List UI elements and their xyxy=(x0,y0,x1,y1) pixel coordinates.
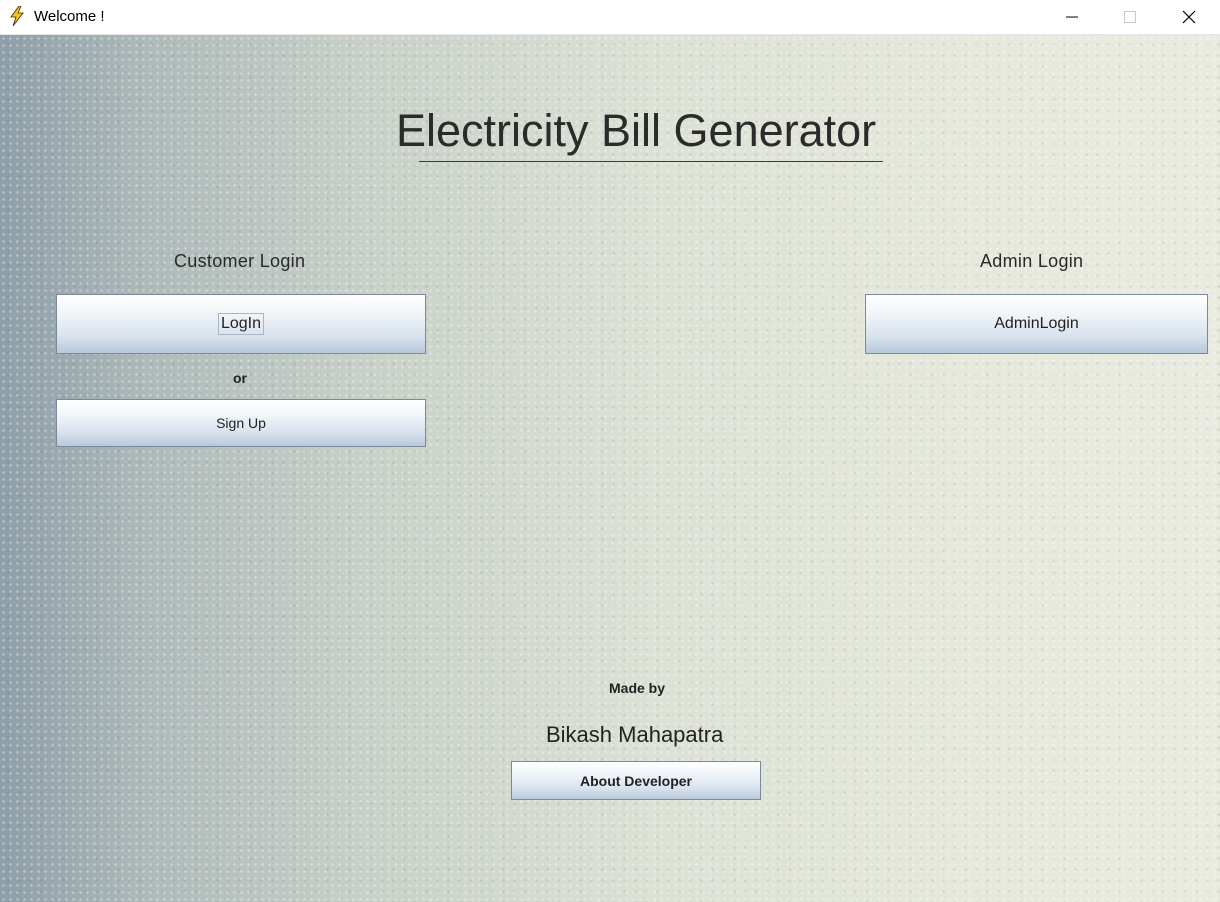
app-window: Welcome ! Electricity Bill Generator Cus… xyxy=(0,0,1220,902)
minimize-icon xyxy=(1066,16,1078,18)
page-title: Electricity Bill Generator xyxy=(396,105,877,156)
admin-login-button-label: AdminLogin xyxy=(994,315,1079,332)
login-button-label: LogIn xyxy=(217,313,265,335)
sign-up-button-label: Sign Up xyxy=(216,415,266,431)
title-underline xyxy=(419,161,883,162)
admin-login-button[interactable]: AdminLogin xyxy=(865,294,1208,354)
maximize-icon xyxy=(1124,11,1136,23)
main-panel: Electricity Bill Generator Customer Logi… xyxy=(0,35,1220,902)
minimize-button[interactable] xyxy=(1043,0,1101,34)
window-title: Welcome ! xyxy=(34,8,105,25)
close-button[interactable] xyxy=(1160,0,1218,34)
lightning-bolt-icon xyxy=(10,6,24,26)
maximize-button[interactable] xyxy=(1101,0,1159,34)
made-by-label: Made by xyxy=(609,680,666,696)
about-developer-button[interactable]: About Developer xyxy=(511,761,761,800)
login-button[interactable]: LogIn xyxy=(56,294,426,354)
about-developer-button-label: About Developer xyxy=(579,772,692,789)
sign-up-button[interactable]: Sign Up xyxy=(56,399,426,447)
developer-name: Bikash Mahapatra xyxy=(546,722,724,747)
or-separator: or xyxy=(233,370,247,386)
title-bar: Welcome ! xyxy=(0,0,1220,35)
admin-login-label: Admin Login xyxy=(980,251,1084,271)
close-icon xyxy=(1182,10,1196,24)
customer-login-label: Customer Login xyxy=(174,251,306,271)
